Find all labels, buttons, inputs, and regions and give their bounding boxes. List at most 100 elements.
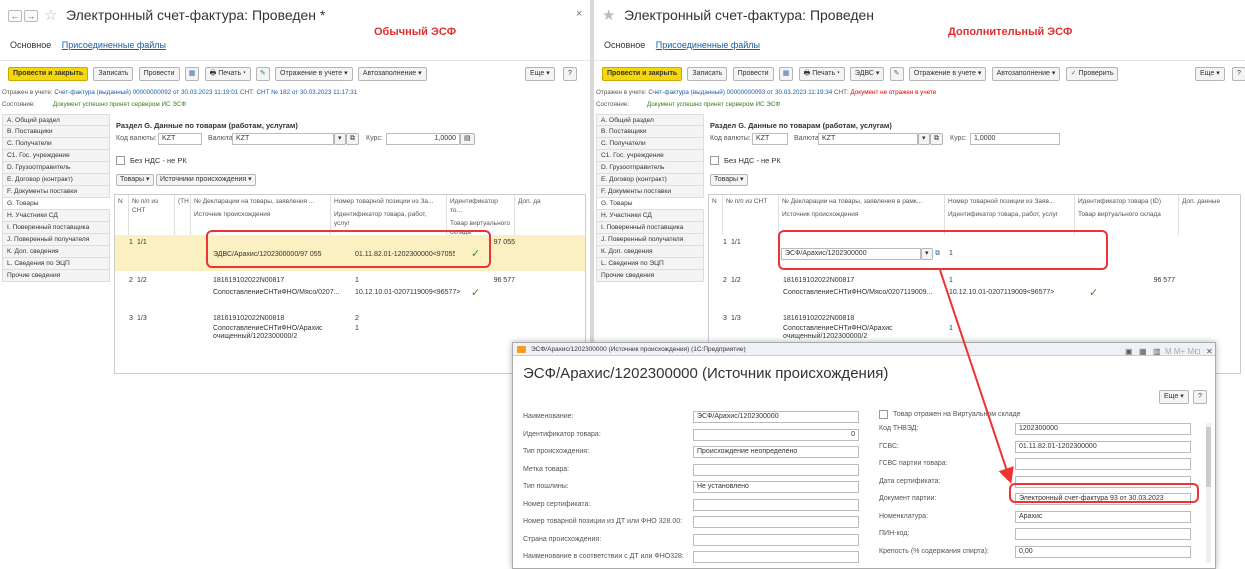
post-and-close-button[interactable]: Провести и закрыть bbox=[8, 67, 89, 81]
col-posnum[interactable]: Номер товарной позиции из Заяв... Иденти… bbox=[945, 195, 1075, 235]
post-and-close-button[interactable]: Провести и закрыть bbox=[602, 67, 683, 81]
currency-field[interactable]: KZT bbox=[232, 133, 334, 145]
sidebar-item-11[interactable]: К. Доп. сведения bbox=[596, 246, 704, 258]
post-button[interactable]: Провести bbox=[732, 67, 774, 81]
goods-menu-button[interactable]: Товары ▾ bbox=[710, 174, 748, 186]
dialog-field-input[interactable] bbox=[693, 463, 859, 476]
sidebar-item-13[interactable]: Прочие сведения bbox=[596, 270, 704, 282]
edit-pencil-icon[interactable]: ✎ bbox=[889, 67, 904, 81]
col-pn[interactable]: № п/п из СНТ bbox=[129, 195, 175, 235]
sidebar-item-8[interactable]: Н. Участники СД bbox=[596, 210, 704, 222]
sidebar-item-10[interactable]: J. Поверенный получателя bbox=[2, 234, 110, 246]
sidebar-item-0[interactable]: А. Общий раздел bbox=[2, 114, 110, 126]
dialog-field-input[interactable]: Не установлено bbox=[693, 481, 859, 493]
check-button[interactable]: ✓ Проверить bbox=[1065, 67, 1119, 81]
autofill-button[interactable]: Автозаполнение ▾ bbox=[357, 67, 427, 81]
tab-main[interactable]: Основное bbox=[10, 40, 51, 50]
sidebar-item-3[interactable]: С1. Гос. учреждение bbox=[2, 150, 110, 162]
reflect-in-accounting-button[interactable]: Отражение в учете ▾ bbox=[275, 67, 353, 81]
sidebar-item-5[interactable]: Е. Договор (контракт) bbox=[596, 174, 704, 186]
dialog-field-input[interactable] bbox=[693, 498, 859, 511]
sidebar-item-4[interactable]: D. Грузоотправитель bbox=[596, 162, 704, 174]
col-n[interactable]: N bbox=[709, 195, 723, 235]
help-button[interactable]: ? bbox=[1232, 67, 1245, 81]
sidebar-item-2[interactable]: С. Получатели bbox=[596, 138, 704, 150]
col-decl[interactable]: № Декларации на товары, заявления ... Ис… bbox=[191, 195, 331, 235]
rate-field[interactable]: 1,0000 bbox=[970, 133, 1060, 145]
open-link-icon[interactable]: ⧉ bbox=[930, 133, 943, 145]
rate-field[interactable]: 1,0000 bbox=[386, 133, 460, 145]
sidebar-item-12[interactable]: L. Сведения по ЭЦП bbox=[2, 258, 110, 270]
sidebar-item-3[interactable]: С1. Гос. учреждение bbox=[596, 150, 704, 162]
cht-link[interactable]: СНТ № 182 от 30.03.2023 11:17:31 bbox=[256, 89, 357, 96]
sidebar-item-4[interactable]: D. Грузоотправитель bbox=[2, 162, 110, 174]
goods-menu-button[interactable]: Товары ▾ bbox=[116, 174, 154, 186]
dialog-field-input[interactable]: Арахис bbox=[1015, 510, 1191, 523]
sidebar-item-9[interactable]: I. Поверенный поставщика bbox=[2, 222, 110, 234]
dialog-field-input[interactable]: Происхождение неопределено bbox=[693, 446, 859, 458]
col-ident[interactable]: Идентификатор товара (ID) Товар виртуаль… bbox=[1075, 195, 1179, 235]
post-button[interactable]: Провести bbox=[138, 67, 180, 81]
sidebar-item-1[interactable]: В. Поставщики bbox=[596, 126, 704, 138]
more-button[interactable]: Еще ▾ bbox=[525, 67, 555, 81]
col-th[interactable]: (ТН bbox=[175, 195, 191, 235]
col-pn[interactable]: № п/п из СНТ bbox=[723, 195, 779, 235]
sidebar-item-7[interactable]: G. Товары bbox=[596, 198, 704, 210]
dialog-field-input[interactable]: 1202300000 bbox=[1015, 423, 1191, 435]
col-n[interactable]: N bbox=[115, 195, 129, 235]
col-dop[interactable]: Доп. да bbox=[515, 195, 555, 235]
dialog-field-input[interactable] bbox=[693, 516, 859, 528]
currency-field[interactable]: KZT bbox=[818, 133, 918, 145]
sidebar-item-7[interactable]: G. Товары bbox=[2, 198, 110, 210]
virtual-warehouse-checkbox[interactable] bbox=[879, 410, 888, 419]
currency-code-field[interactable]: KZT bbox=[158, 133, 202, 145]
help-button[interactable]: ? bbox=[563, 67, 577, 81]
tab-main[interactable]: Основное bbox=[604, 40, 645, 50]
favorite-star-icon[interactable]: ☆ bbox=[44, 6, 57, 24]
dialog-field-input[interactable] bbox=[1015, 528, 1191, 540]
sidebar-item-9[interactable]: I. Поверенный поставщика bbox=[596, 222, 704, 234]
col-posnum[interactable]: Номер товарной позиции из За... Идентифи… bbox=[331, 195, 447, 235]
no-vat-checkbox[interactable] bbox=[116, 156, 125, 165]
print-button[interactable]: 🖶 Печать ▾ bbox=[798, 67, 845, 81]
table-icon[interactable]: ▥ bbox=[1153, 345, 1161, 358]
open-link-icon[interactable]: ⧉ bbox=[346, 133, 359, 145]
calendar-icon[interactable]: ▦ bbox=[1139, 345, 1147, 358]
report-icon[interactable]: ▦ bbox=[184, 67, 200, 81]
favorite-star-icon[interactable]: ★ bbox=[602, 6, 615, 24]
currency-code-field[interactable]: KZT bbox=[752, 133, 788, 145]
dialog-field-input[interactable] bbox=[693, 533, 859, 546]
col-ident[interactable]: Идентификатор то... Товар виртуального с… bbox=[447, 195, 515, 235]
print-button[interactable]: 🖶 Печать ▾ bbox=[204, 67, 251, 81]
invoice-link[interactable]: Счет-фактура (выданный) 00000000092 от 3… bbox=[54, 89, 238, 96]
esf-button[interactable]: ЭДВС ▾ bbox=[849, 67, 885, 81]
sidebar-item-0[interactable]: А. Общий раздел bbox=[596, 114, 704, 126]
edit-pencil-icon[interactable]: ✎ bbox=[255, 67, 270, 81]
reflect-in-accounting-button[interactable]: Отражение в учете ▾ bbox=[908, 67, 987, 81]
table-row[interactable]: 2 1/2 181619102022N00817 СопоставлениеСН… bbox=[115, 273, 585, 309]
dialog-field-input[interactable] bbox=[693, 551, 859, 563]
autofill-button[interactable]: Автозаполнение ▾ bbox=[991, 67, 1061, 81]
sources-menu-button[interactable]: Источники происхождения ▾ bbox=[156, 174, 256, 186]
save-button[interactable]: Записать bbox=[93, 67, 134, 81]
table-row[interactable]: 2 1/2 181619102022N00817 СопоставлениеСН… bbox=[709, 273, 1240, 309]
dialog-field-input[interactable]: 0 bbox=[693, 428, 859, 441]
tab-attached-files[interactable]: Присоединенные файлы bbox=[62, 40, 166, 50]
close-icon[interactable]: × bbox=[576, 8, 582, 20]
save-button[interactable]: Записать bbox=[687, 67, 728, 81]
sidebar-item-2[interactable]: С. Получатели bbox=[2, 138, 110, 150]
memory-icon[interactable]: M M+ M- bbox=[1165, 345, 1197, 358]
dropdown-chevron-icon[interactable]: ▾ bbox=[918, 133, 930, 145]
sidebar-item-12[interactable]: L. Сведения по ЭЦП bbox=[596, 258, 704, 270]
dialog-more-button[interactable]: Еще ▾ bbox=[1159, 390, 1189, 404]
sidebar-item-1[interactable]: В. Поставщики bbox=[2, 126, 110, 138]
forward-arrow-icon[interactable]: → bbox=[24, 10, 38, 22]
back-arrow-icon[interactable]: ← bbox=[8, 10, 22, 22]
col-decl[interactable]: № Декларации на товары, заявления в рамк… bbox=[779, 195, 945, 235]
sidebar-item-6[interactable]: F. Документы поставки bbox=[596, 186, 704, 198]
maximize-icon[interactable]: □ bbox=[1195, 345, 1200, 358]
sidebar-item-6[interactable]: F. Документы поставки bbox=[2, 186, 110, 198]
calculator-icon[interactable]: ▤ bbox=[460, 133, 475, 145]
close-icon[interactable]: ✕ bbox=[1206, 345, 1213, 358]
dialog-help-button[interactable]: ? bbox=[1193, 390, 1207, 404]
